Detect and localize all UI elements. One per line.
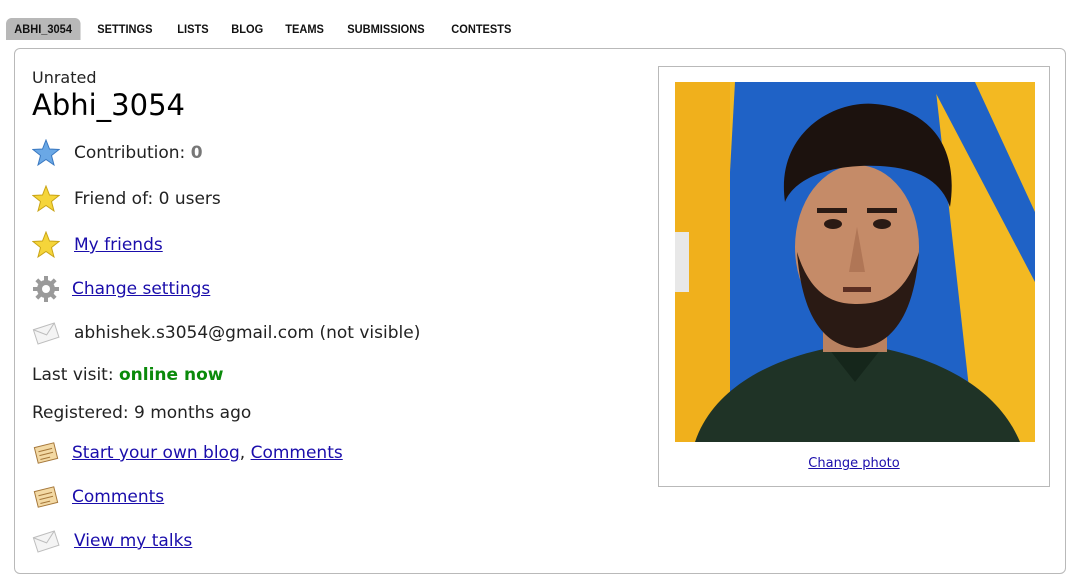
change-settings-row: Change settings bbox=[32, 275, 210, 303]
envelope-icon bbox=[32, 527, 60, 555]
tab-settings[interactable]: SETTINGS bbox=[89, 18, 161, 40]
user-handle: Abhi_3054 bbox=[32, 88, 185, 122]
notepad-icon bbox=[32, 483, 60, 511]
avatar bbox=[675, 82, 1035, 442]
registered-row: Registered: 9 months ago bbox=[32, 403, 251, 423]
comments-row: Comments bbox=[32, 483, 164, 511]
gold-star-icon bbox=[32, 185, 60, 213]
contribution-row: Contribution: 0 bbox=[32, 139, 203, 167]
contribution-label: Contribution: bbox=[74, 143, 186, 163]
gold-star-icon bbox=[32, 231, 60, 259]
envelope-icon bbox=[32, 319, 60, 347]
tab-handle[interactable]: ABHI_3054 bbox=[6, 18, 81, 40]
last-visit-row: Last visit: online now bbox=[32, 365, 223, 385]
gear-icon bbox=[32, 275, 60, 303]
friend-of-text: Friend of: 0 users bbox=[74, 189, 221, 209]
talks-row: View my talks bbox=[32, 527, 192, 555]
tab-lists[interactable]: LISTS bbox=[169, 18, 217, 40]
friend-of-row: Friend of: 0 users bbox=[32, 185, 221, 213]
email-row: abhishek.s3054@gmail.com (not visible) bbox=[32, 319, 420, 347]
change-settings-link[interactable]: Change settings bbox=[72, 279, 210, 299]
tab-submissions[interactable]: SUBMISSIONS bbox=[339, 18, 433, 40]
registered-text: Registered: 9 months ago bbox=[32, 403, 252, 423]
view-talks-link[interactable]: View my talks bbox=[74, 531, 192, 551]
tab-contests[interactable]: CONTESTS bbox=[443, 18, 520, 40]
my-friends-row: My friends bbox=[32, 231, 163, 259]
blog-row: Start your own blog, Comments bbox=[32, 439, 343, 467]
tab-teams[interactable]: TEAMS bbox=[277, 18, 332, 40]
user-rank: Unrated bbox=[32, 68, 97, 87]
avatar-frame: Change photo bbox=[658, 66, 1050, 487]
comma: , bbox=[239, 443, 246, 463]
my-friends-link[interactable]: My friends bbox=[74, 235, 163, 255]
tab-blog[interactable]: BLOG bbox=[223, 18, 271, 40]
notepad-icon bbox=[32, 439, 60, 467]
comments-link-2[interactable]: Comments bbox=[72, 487, 164, 507]
last-visit-value: online now bbox=[118, 365, 224, 385]
change-photo-link[interactable]: Change photo bbox=[808, 456, 899, 471]
contribution-value: 0 bbox=[190, 143, 203, 163]
blue-star-icon bbox=[32, 139, 60, 167]
start-blog-link[interactable]: Start your own blog bbox=[72, 443, 240, 463]
comments-link[interactable]: Comments bbox=[251, 443, 343, 463]
last-visit-label: Last visit: bbox=[32, 365, 114, 385]
change-photo-wrapper: Change photo bbox=[659, 456, 1049, 471]
profile-tabs: ABHI_3054 SETTINGS LISTS BLOG TEAMS SUBM… bbox=[6, 18, 529, 40]
email-text: abhishek.s3054@gmail.com (not visible) bbox=[74, 323, 421, 343]
